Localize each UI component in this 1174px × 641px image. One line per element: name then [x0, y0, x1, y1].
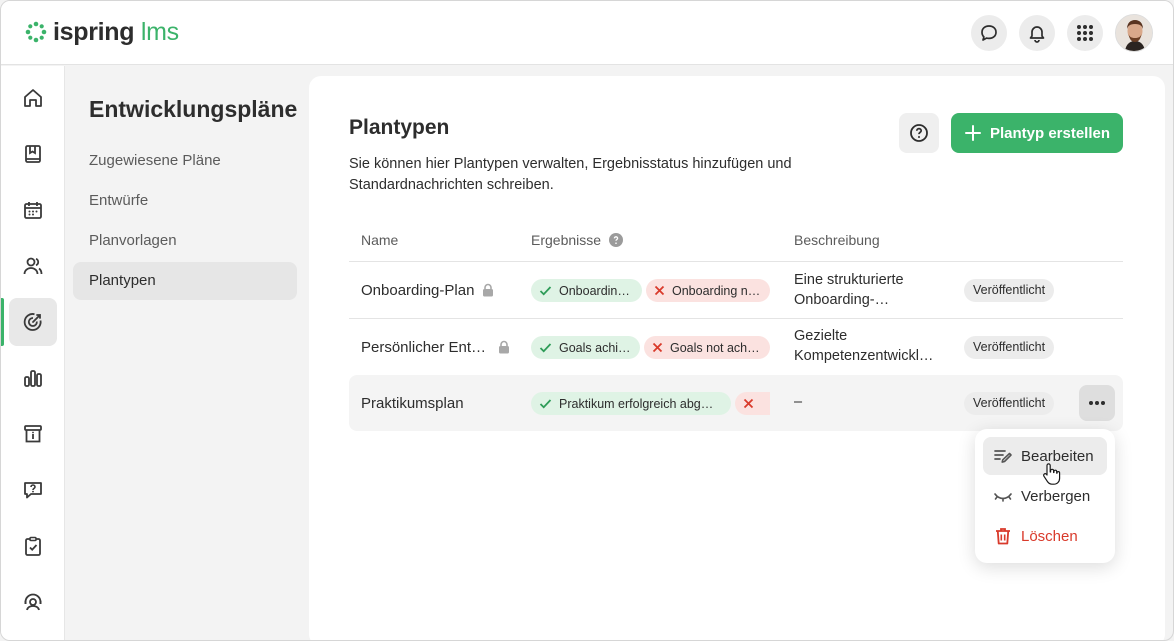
- subnav-item-plan-templates[interactable]: Planvorlagen: [73, 222, 297, 260]
- status-badge: Veröffentlicht: [964, 392, 1055, 415]
- plan-type-name: Persönlicher Ent…: [361, 338, 487, 356]
- avatar[interactable]: [1115, 14, 1153, 52]
- column-header-name[interactable]: Name: [361, 232, 398, 248]
- column-results-label: Ergebnisse: [531, 232, 602, 248]
- eye-closed-icon: [994, 493, 1012, 502]
- top-header: ispring lms: [1, 1, 1173, 65]
- rail-development-plans[interactable]: [1, 298, 57, 346]
- result-failure-chip: Goals not ach…: [644, 336, 770, 359]
- plan-type-name: Praktikumsplan: [361, 394, 464, 412]
- section-nav: Entwicklungspläne Zugewiesene Pläne Entw…: [65, 66, 309, 640]
- column-header-results: Ergebnisse: [531, 232, 624, 248]
- calendar-icon: [24, 202, 42, 219]
- close-x-icon: [743, 398, 754, 409]
- users-icon: [23, 257, 43, 275]
- logo[interactable]: ispring lms: [25, 18, 179, 46]
- app-window: ispring lms Entwicklungspläne Zugewiesen…: [0, 0, 1174, 641]
- column-description-label: Beschreibung: [794, 232, 880, 248]
- logo-text: ispring lms: [53, 18, 179, 46]
- check-icon: [539, 343, 552, 353]
- apps-grid-icon: [1077, 25, 1093, 41]
- apps-button[interactable]: [1067, 15, 1103, 51]
- subnav-item-plan-types[interactable]: Plantypen: [73, 262, 297, 300]
- trash-icon: [996, 528, 1010, 545]
- info-box-icon: [24, 425, 42, 443]
- rail-support[interactable]: [9, 578, 57, 626]
- support-agent-icon: [24, 593, 42, 611]
- result-success-chip: Praktikum erfolgreich abg…: [531, 392, 731, 415]
- row-name-cell: Persönlicher Ent…: [361, 319, 510, 375]
- edit-icon: [994, 450, 1012, 463]
- rail-users[interactable]: [9, 242, 57, 290]
- page-title: Plantypen: [349, 116, 450, 139]
- row-name-cell: Praktikumsplan: [361, 375, 464, 431]
- rail-reports[interactable]: [9, 354, 57, 402]
- question-circle-icon: [910, 124, 928, 142]
- status-badge: Veröffentlicht: [964, 336, 1055, 359]
- user-photo-icon: [1116, 15, 1152, 51]
- more-horizontal-icon: [1089, 401, 1105, 405]
- clipboard-check-icon: [25, 536, 41, 556]
- status-badge: Veröffentlicht: [964, 279, 1055, 302]
- plan-type-description: Eine strukturierte Onboarding-…: [794, 272, 904, 308]
- menu-item-delete[interactable]: Löschen: [983, 517, 1107, 555]
- book-icon: [25, 145, 41, 163]
- bar-chart-icon: [24, 370, 42, 387]
- chat-icon: [981, 25, 997, 41]
- plan-type-name: Onboarding-Plan: [361, 281, 475, 299]
- subnav-item-assigned-plans[interactable]: Zugewiesene Pläne: [73, 142, 297, 180]
- column-name-label: Name: [361, 232, 399, 248]
- bell-icon: [1029, 26, 1045, 43]
- target-icon: [23, 313, 42, 331]
- result-success-chip: Goals achi…: [531, 336, 640, 359]
- rail-courses[interactable]: [9, 130, 57, 178]
- rail-tasks[interactable]: [9, 522, 57, 570]
- row-actions-menu: Bearbeiten Verbergen Löschen: [975, 429, 1115, 563]
- result-success-label: Goals achi…: [559, 340, 631, 355]
- lock-icon: [483, 283, 494, 297]
- result-success-label: Onboardin…: [559, 283, 630, 298]
- close-x-icon: [654, 285, 665, 296]
- table-row[interactable]: Onboarding-Plan Onboardin… Onboarding n……: [349, 262, 1123, 318]
- plan-type-description: –: [794, 394, 803, 410]
- section-title: Entwicklungspläne: [89, 96, 298, 122]
- logo-mark-icon: [25, 21, 47, 43]
- rail-calendar[interactable]: [9, 186, 57, 234]
- help-button[interactable]: [899, 113, 939, 153]
- hand-pointer-icon: [1043, 463, 1061, 485]
- table-row[interactable]: Praktikumsplan Praktikum erfolgreich abg…: [349, 375, 1123, 431]
- page-description: Sie können hier Plantypen verwalten, Erg…: [349, 156, 792, 193]
- result-success-chip: Onboardin…: [531, 279, 642, 302]
- lock-icon: [499, 340, 510, 354]
- result-failure-chip: Onboarding n…: [646, 279, 770, 302]
- notifications-button[interactable]: [1019, 15, 1055, 51]
- column-header-description: Beschreibung: [794, 232, 880, 248]
- result-failure-label: Onboarding n…: [672, 283, 761, 298]
- check-icon: [539, 286, 552, 296]
- create-button-label: Plantyp erstellen: [989, 124, 1111, 142]
- plus-icon: [964, 125, 981, 141]
- subnav-item-drafts[interactable]: Entwürfe: [73, 182, 297, 220]
- chat-button[interactable]: [971, 15, 1007, 51]
- menu-item-label: Löschen: [1021, 527, 1078, 545]
- row-actions-button[interactable]: [1079, 385, 1115, 421]
- result-success-label: Praktikum erfolgreich abg…: [559, 396, 714, 411]
- menu-item-label: Verbergen: [1021, 487, 1091, 505]
- left-rail: [1, 66, 65, 640]
- check-icon: [539, 399, 552, 409]
- home-icon: [24, 89, 42, 107]
- table-row[interactable]: Persönlicher Ent… Goals achi… Goals not …: [349, 319, 1123, 375]
- rail-questions[interactable]: [9, 466, 57, 514]
- close-x-icon: [652, 342, 663, 353]
- rail-home[interactable]: [9, 74, 57, 122]
- result-failure-label: Goals not ach…: [670, 340, 760, 355]
- plan-type-description: Gezielte Kompetenzentwickl…: [794, 328, 934, 364]
- create-plan-type-button[interactable]: Plantyp erstellen: [951, 113, 1123, 153]
- result-failure-chip: [735, 392, 770, 415]
- row-name-cell: Onboarding-Plan: [361, 262, 494, 318]
- rail-info[interactable]: [9, 410, 57, 458]
- help-icon[interactable]: [609, 233, 624, 247]
- question-chat-icon: [24, 482, 42, 499]
